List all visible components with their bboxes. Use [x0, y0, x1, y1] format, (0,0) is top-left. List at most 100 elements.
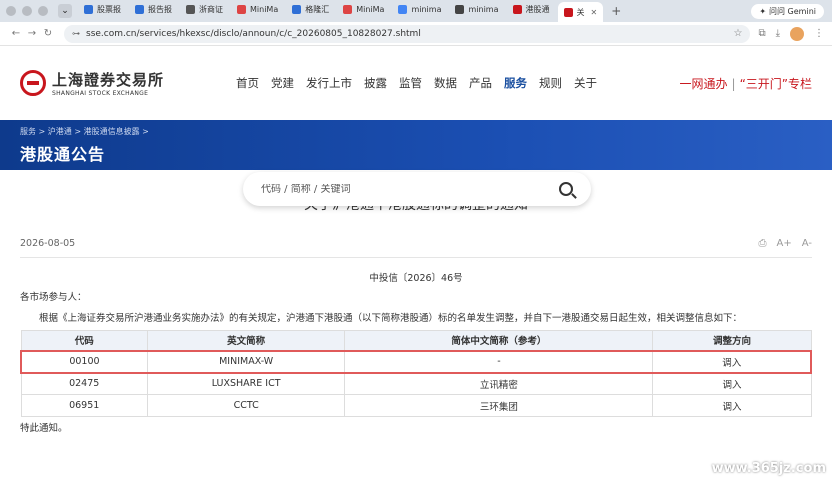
favicon-icon	[237, 4, 246, 14]
page-title: 港股通公告	[20, 145, 106, 164]
tab-label: 关	[576, 7, 585, 17]
favicon-icon	[343, 4, 353, 14]
reload-icon[interactable]: ↻	[40, 28, 56, 39]
extensions-icon[interactable]: ⧉	[758, 28, 765, 39]
table-cell: MINIMAX-W	[146, 349, 346, 374]
nav-item[interactable]: 披露	[358, 75, 393, 91]
nav-item[interactable]: 党建	[265, 75, 300, 91]
gemini-button[interactable]: ✦ 问问 Gemini	[751, 3, 824, 19]
column-header: 调整方向	[652, 330, 812, 351]
three-doors-link[interactable]: “三开门”专栏	[740, 77, 812, 91]
print-icon[interactable]: ⎙	[759, 238, 767, 249]
tab-label: 格隆汇	[305, 4, 330, 14]
close-tab-icon[interactable]: ✕	[591, 8, 598, 17]
search-icon[interactable]	[559, 182, 573, 196]
article: 关于沪港通下港股通标的调整的通知 2026-08-05 ⎙ A+ A- 中投信〔…	[0, 194, 832, 436]
back-icon[interactable]: ←	[8, 28, 24, 39]
bookmark-star-icon[interactable]: ☆	[733, 28, 742, 39]
site-info-icon[interactable]: ⊶	[72, 29, 86, 38]
table-cell: 调入	[652, 349, 813, 374]
browser-tab[interactable]: 格隆汇	[286, 0, 335, 18]
browser-tab[interactable]: 股票报	[78, 0, 127, 18]
address-bar: ← → ↻ ⊶ sse.com.cn/services/hkexsc/discl…	[0, 22, 832, 46]
table-cell: 立讯精密	[344, 372, 654, 395]
favicon-icon	[398, 4, 408, 14]
browser-tab[interactable]: 报告报	[129, 0, 178, 18]
sse-logo[interactable]: 上海證券交易所 SHANGHAI STOCK EXCHANGE	[20, 69, 210, 97]
salutation: 各市场参与人：	[20, 292, 87, 303]
nav-item[interactable]: 服务	[498, 75, 533, 91]
nav-item[interactable]: 监管	[393, 75, 428, 91]
nav-item[interactable]: 首页	[230, 75, 265, 91]
url-field[interactable]: ⊶ sse.com.cn/services/hkexsc/disclo/anno…	[64, 24, 751, 43]
special-links: 一网通办 | “三开门”专栏	[679, 76, 813, 91]
table-row: 06951 CCTC 三环集团 调入	[20, 394, 812, 417]
table-cell: -	[344, 349, 654, 374]
table-cell: 00100	[19, 349, 148, 374]
font-decrease-icon[interactable]: A-	[802, 238, 812, 249]
browser-tab[interactable]: 关 ✕	[557, 2, 604, 22]
tab-label: MiniMa	[356, 4, 385, 14]
search-box	[243, 172, 591, 206]
browser-tab[interactable]: 浙商证	[180, 0, 229, 18]
search-input[interactable]	[261, 183, 559, 195]
favicon-icon	[84, 4, 93, 14]
tab-label: 股票报	[97, 4, 121, 14]
tab-search-icon[interactable]: ⌄	[58, 4, 72, 18]
table-cell: LUXSHARE ICT	[146, 372, 346, 395]
tab-label: minima	[411, 4, 442, 14]
download-icon[interactable]: ⤓	[776, 28, 780, 39]
site-header: 上海證券交易所 SHANGHAI STOCK EXCHANGE 首页 党建 发行上市…	[0, 46, 832, 120]
adjustment-table: 代码 英文简称 简体中文简称（参考） 调整方向 00100 MINIMAX-W - 调入 02…	[19, 330, 813, 417]
tab-label: 港股通	[525, 4, 550, 14]
forward-icon[interactable]: →	[24, 28, 40, 39]
favicon-icon	[455, 4, 465, 14]
window-controls[interactable]	[6, 6, 48, 16]
table-cell: 06951	[20, 394, 148, 417]
nav-item[interactable]: 发行上市	[300, 75, 358, 91]
favicon-icon	[186, 4, 195, 14]
table-cell: 三环集团	[344, 394, 654, 417]
logo-icon	[20, 70, 46, 96]
new-tab-button[interactable]: +	[611, 4, 621, 18]
document-number: 中投信〔2026〕46号	[369, 273, 463, 284]
breadcrumb[interactable]: 服务 > 沪港通 > 港股通信息披露 >	[20, 126, 812, 137]
table-cell: CCTC	[146, 394, 346, 417]
table-cell: 调入	[652, 372, 812, 395]
nav-item[interactable]: 产品	[463, 75, 498, 91]
column-header: 英文简称	[146, 330, 346, 351]
favicon-icon	[563, 7, 573, 17]
profile-avatar[interactable]	[790, 26, 804, 41]
table-row: 02475 LUXSHARE ICT 立讯精密 调入	[20, 372, 812, 395]
table-cell: 调入	[652, 394, 812, 417]
publish-date: 2026-08-05	[20, 238, 76, 249]
table-cell: 02475	[20, 372, 148, 395]
favicon-icon	[292, 4, 302, 14]
divider	[20, 257, 812, 258]
one-stop-link[interactable]: 一网通办	[680, 77, 728, 91]
tab-label: minima	[468, 4, 499, 14]
table-row: 00100 MINIMAX-W - 调入	[19, 349, 813, 374]
tab-label: 浙商证	[199, 4, 223, 14]
nav-item[interactable]: 规则	[533, 75, 568, 91]
tab-label: 报告报	[148, 4, 172, 14]
browser-tab[interactable]: MiniMa	[337, 0, 390, 18]
browser-tab[interactable]: minima	[449, 0, 504, 18]
tab-label: MiniMa	[250, 4, 279, 14]
browser-tab-bar: ⌄ 股票报 报告报 浙商证 MiniMa 格隆汇 MiniMa minima minima 港股…	[0, 0, 832, 22]
font-increase-icon[interactable]: A+	[777, 238, 792, 249]
sparkle-icon: ✦	[759, 6, 767, 16]
main-nav: 首页 党建 发行上市 披露 监管 数据 产品 服务 规则 关于	[230, 75, 603, 91]
menu-icon[interactable]: ⋮	[814, 28, 824, 39]
browser-tab[interactable]: minima	[392, 0, 447, 18]
favicon-icon	[512, 4, 522, 14]
browser-tab[interactable]: 港股通	[507, 0, 556, 18]
browser-tab[interactable]: MiniMa	[231, 0, 284, 18]
nav-item[interactable]: 数据	[428, 75, 463, 91]
column-header: 代码	[20, 330, 148, 351]
watermark: www.365jz.com	[711, 461, 826, 476]
favicon-icon	[135, 4, 144, 14]
closing-text: 特此通知。	[20, 423, 68, 434]
page-banner: 服务 > 沪港通 > 港股通信息披露 > 港股通公告	[0, 120, 832, 170]
nav-item[interactable]: 关于	[568, 75, 603, 91]
